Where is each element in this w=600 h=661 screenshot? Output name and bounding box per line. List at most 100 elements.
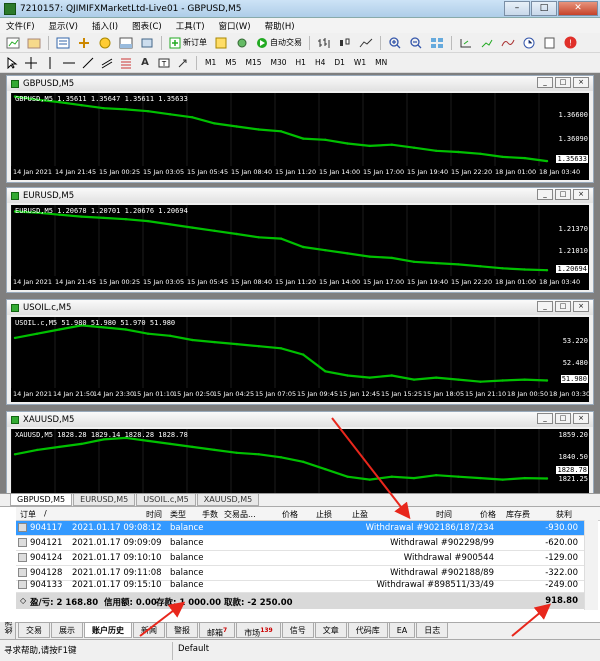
tab-account-history[interactable]: 账户历史: [84, 623, 132, 638]
chart-maximize-button[interactable]: □: [555, 77, 571, 88]
market-watch-icon[interactable]: [54, 35, 72, 51]
channel-icon[interactable]: [99, 55, 115, 71]
tab-trade[interactable]: 交易: [18, 623, 50, 638]
chart-tab[interactable]: GBPUSD,M5: [10, 494, 73, 506]
chart-close-button[interactable]: ×: [573, 77, 589, 88]
bar-chart-icon[interactable]: [315, 35, 333, 51]
line-chart-icon[interactable]: [357, 35, 375, 51]
chart-minimize-button[interactable]: _: [537, 189, 553, 200]
periods-icon[interactable]: [520, 35, 538, 51]
new-chart-icon[interactable]: [4, 35, 22, 51]
close-button[interactable]: ✕: [558, 1, 598, 16]
auto-trading-button[interactable]: 自动交易: [254, 35, 304, 51]
vertical-line-icon[interactable]: [42, 55, 58, 71]
col-sl[interactable]: 止损: [316, 509, 332, 520]
candlestick-icon[interactable]: [336, 35, 354, 51]
minimize-button[interactable]: –: [504, 1, 530, 16]
new-order-button[interactable]: 新订单: [167, 35, 209, 51]
chart-window-usoil[interactable]: USOIL.c,M5 _ □ × USOIL.c,M5 51.980 51.980 …: [6, 299, 594, 405]
chart-close-button[interactable]: ×: [573, 413, 589, 424]
timeframe-m30[interactable]: M30: [268, 56, 290, 70]
tab-market[interactable]: 市场139: [236, 623, 281, 638]
menu-file[interactable]: 文件(F): [6, 20, 35, 32]
tab-articles[interactable]: 文章: [314, 623, 347, 638]
navigator-icon[interactable]: [96, 35, 114, 51]
chart-maximize-button[interactable]: □: [555, 189, 571, 200]
cursor-icon[interactable]: [4, 55, 20, 71]
table-row[interactable]: 904117 2021.01.17 09:08:12 balance Withd…: [16, 521, 584, 536]
autoscroll-icon[interactable]: [478, 35, 496, 51]
ea-icon[interactable]: [233, 35, 251, 51]
zoom-in-icon[interactable]: [386, 35, 404, 51]
col-size[interactable]: 手数: [202, 509, 218, 520]
price-chart[interactable]: USOIL.c,M5 51.980 51.980 51.970 51.980 5…: [11, 317, 589, 388]
tab-code-base[interactable]: 代码库: [347, 623, 388, 638]
chart-minimize-button[interactable]: _: [537, 77, 553, 88]
menu-window[interactable]: 窗口(W): [219, 20, 251, 32]
timeframe-m15[interactable]: M15: [243, 56, 265, 70]
timeframe-d1[interactable]: D1: [331, 56, 348, 70]
tab-signals[interactable]: 信号: [281, 623, 314, 638]
tab-experts[interactable]: EA: [388, 623, 416, 638]
chart-shift-icon[interactable]: [457, 35, 475, 51]
tab-news[interactable]: 新闻: [133, 623, 165, 638]
price-chart[interactable]: EURUSD,M5 1.20678 1.20701 1.20676 1.2069…: [11, 205, 589, 276]
trendline-icon[interactable]: [80, 55, 96, 71]
chart-tab[interactable]: XAUUSD,M5: [196, 494, 260, 506]
chart-close-button[interactable]: ×: [573, 301, 589, 312]
chart-tab[interactable]: EURUSD,M5: [73, 494, 136, 506]
chart-minimize-button[interactable]: _: [537, 301, 553, 312]
label-tool-icon[interactable]: T: [156, 55, 172, 71]
chart-minimize-button[interactable]: _: [537, 413, 553, 424]
timeframe-m1[interactable]: M1: [202, 56, 219, 70]
menu-insert[interactable]: 插入(I): [92, 20, 118, 32]
timeframe-m5[interactable]: M5: [222, 56, 239, 70]
chart-maximize-button[interactable]: □: [555, 413, 571, 424]
price-chart[interactable]: XAUUSD,M5 1828.28 1829.14 1828.28 1828.7…: [11, 429, 589, 493]
timeframe-h1[interactable]: H1: [293, 56, 309, 70]
menu-tools[interactable]: 工具(T): [176, 20, 205, 32]
chart-maximize-button[interactable]: □: [555, 301, 571, 312]
col-symbol[interactable]: 交易品...: [224, 509, 256, 520]
indicators-icon[interactable]: [499, 35, 517, 51]
tab-alerts[interactable]: 警报: [166, 623, 198, 638]
col-order[interactable]: 订单: [20, 509, 36, 520]
maximize-button[interactable]: □: [531, 1, 557, 16]
chart-window-gbpusd[interactable]: GBPUSD,M5 _ □ × GBPUSD,M5 1.35611 1.35647 …: [6, 75, 594, 183]
timeframe-w1[interactable]: W1: [351, 56, 369, 70]
menu-view[interactable]: 显示(V): [49, 20, 78, 32]
chart-window-xauusd[interactable]: XAUUSD,M5 _ □ × XAUUSD,M5 1828.28 1829.14 …: [6, 411, 594, 493]
crosshair-icon[interactable]: [23, 55, 39, 71]
templates-icon[interactable]: [541, 35, 559, 51]
tester-icon[interactable]: [138, 35, 156, 51]
col-price[interactable]: 价格: [282, 509, 298, 520]
tab-mailbox[interactable]: 邮箱7: [199, 623, 236, 638]
metaeditor-icon[interactable]: [212, 35, 230, 51]
zoom-out-icon[interactable]: [407, 35, 425, 51]
text-tool-icon[interactable]: A: [137, 55, 153, 71]
table-row[interactable]: 904121 2021.01.17 09:09:09 balance Withd…: [16, 536, 584, 551]
col-swap[interactable]: 库存费: [506, 509, 530, 520]
menu-help[interactable]: 帮助(H): [265, 20, 295, 32]
terminal-scrollbar[interactable]: [584, 520, 598, 610]
menu-charts[interactable]: 图表(C): [132, 20, 162, 32]
fibonacci-icon[interactable]: [118, 55, 134, 71]
table-row[interactable]: 904124 2021.01.17 09:10:10 balance Withd…: [16, 551, 584, 566]
col-tp[interactable]: 止盈: [352, 509, 368, 520]
profiles-icon[interactable]: [25, 35, 43, 51]
chart-tab[interactable]: USOIL.c,M5: [136, 494, 196, 506]
tab-exposure[interactable]: 展示: [51, 623, 83, 638]
arrows-icon[interactable]: [175, 55, 191, 71]
col-close-time[interactable]: 时间: [436, 509, 452, 520]
col-type[interactable]: 类型: [170, 509, 186, 520]
chart-close-button[interactable]: ×: [573, 189, 589, 200]
notification-icon[interactable]: !: [562, 35, 579, 51]
tab-journal[interactable]: 日志: [416, 623, 449, 638]
col-time[interactable]: 时间: [146, 509, 162, 520]
horizontal-line-icon[interactable]: [61, 55, 77, 71]
table-row[interactable]: 904133 2021.01.17 09:15:10 balance Withd…: [16, 578, 584, 593]
timeframe-h4[interactable]: H4: [312, 56, 328, 70]
timeframe-mn[interactable]: MN: [372, 56, 390, 70]
col-profit[interactable]: 获利: [556, 509, 572, 520]
chart-window-eurusd[interactable]: EURUSD,M5 _ □ × EURUSD,M5 1.20678 1.20701 …: [6, 187, 594, 293]
